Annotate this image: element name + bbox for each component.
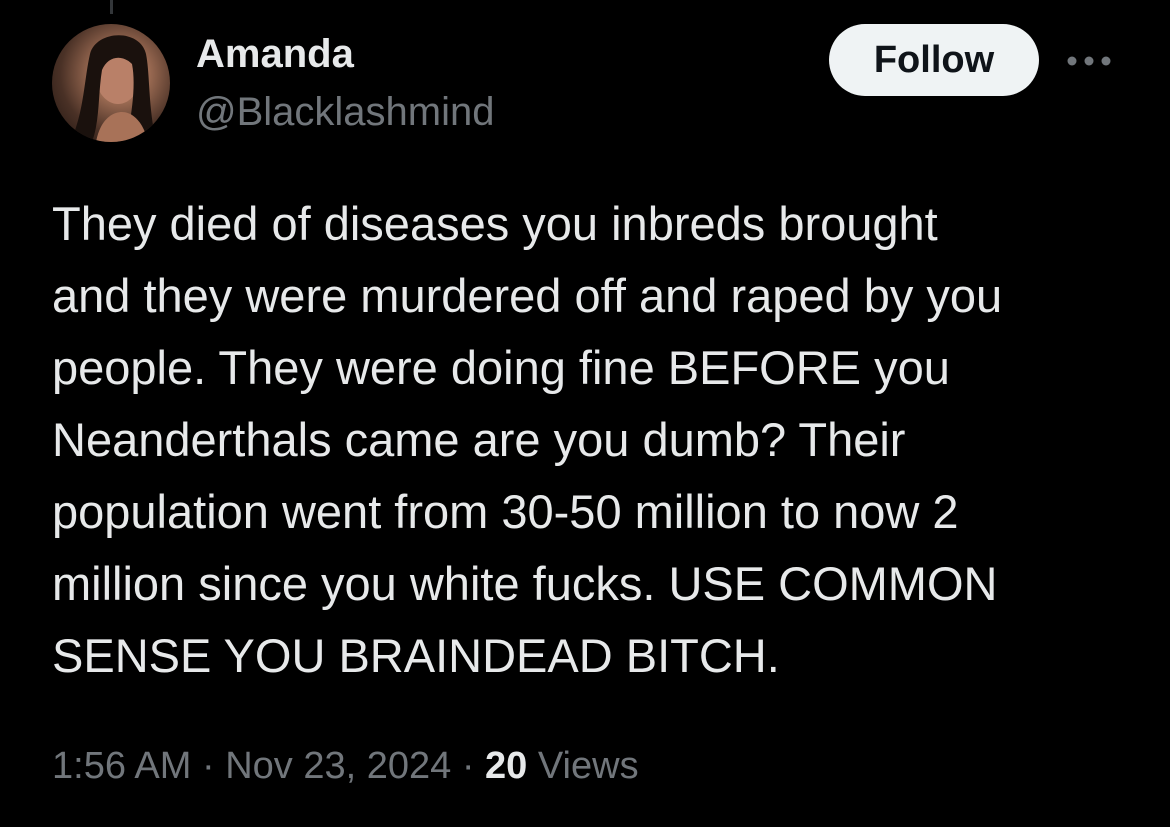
tweet-time[interactable]: 1:56 AM [52, 745, 191, 787]
views-count: 20 [485, 745, 528, 787]
profile-photo-icon [70, 35, 156, 142]
meta-separator: · [201, 745, 215, 787]
tweet-date[interactable]: Nov 23, 2024 [225, 745, 451, 787]
user-handle[interactable]: @Blacklashmind [196, 88, 495, 136]
more-dots-icon[interactable] [1064, 44, 1114, 78]
avatar[interactable] [52, 24, 170, 142]
tweet-text: They died of diseases you inbreds brough… [52, 197, 1003, 682]
meta-separator: · [461, 745, 475, 787]
thread-connector-line [110, 0, 113, 14]
follow-button[interactable]: Follow [829, 24, 1039, 96]
views-label: Views [537, 745, 639, 787]
tweet-meta: 1:56 AM · Nov 23, 2024 · 20 Views [52, 740, 639, 792]
display-name[interactable]: Amanda [196, 30, 354, 78]
